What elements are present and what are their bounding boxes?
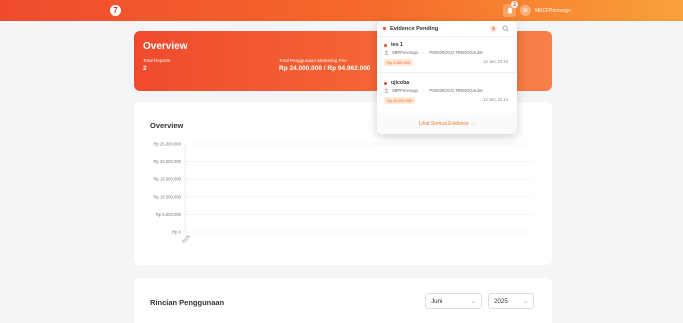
rincian-card: Rincian Penggunaan Juni ⌄ 2025 ⌄	[134, 278, 552, 323]
chevron-down-icon: ⌄	[522, 298, 528, 305]
item-branch: SBPPonorogo	[392, 50, 418, 55]
y-tick-label: Rp 20.000.000	[154, 159, 182, 164]
notification-item[interactable]: ujicoba SBPPonorogo · PONOROGO,TRENGGALE…	[377, 75, 517, 110]
item-amount: Rp 20.000.000	[384, 97, 415, 104]
y-tick-label: Rp 25.000.000	[154, 142, 182, 147]
item-date: 12 Jun, 22:14	[483, 97, 508, 102]
month-select[interactable]: Juni ⌄	[425, 293, 482, 309]
divider	[377, 72, 517, 73]
status-dot-icon	[383, 27, 386, 30]
notification-count-badge: 2	[511, 1, 518, 8]
item-area: PONOROGO,TRENGGALEK	[429, 50, 484, 55]
separator-icon: ·	[422, 88, 425, 93]
separator-icon: ·	[422, 50, 425, 55]
item-date: 12 Jun, 23:16	[483, 59, 508, 64]
x-tick-label: 2025	[181, 233, 192, 244]
notification-dropdown: Evidence Pending 2 tes 1 SBPPonorogo · P…	[377, 21, 517, 134]
app-logo[interactable]: 7	[110, 5, 121, 16]
logo-mark: 7	[113, 5, 118, 15]
y-tick-label: Rp 10.000.000	[154, 194, 182, 199]
item-title: tes 1	[391, 42, 403, 48]
top-navbar: 7 2 M MKCFPonorogo	[0, 0, 683, 21]
item-area: PONOROGO,TRENGGALEK	[429, 88, 484, 93]
stat-value: 2	[143, 65, 147, 72]
rincian-title: Rincian Penggunaan	[150, 298, 225, 307]
unread-dot-icon	[384, 81, 387, 85]
search-icon[interactable]	[502, 25, 509, 32]
year-value: 2025	[494, 297, 508, 305]
stat-total-reports: Total Reports 2	[143, 58, 170, 72]
notification-item[interactable]: tes 1 SBPPonorogo · PONOROGO,TRENGGALEK …	[377, 37, 517, 72]
dropdown-title: Evidence Pending	[390, 25, 439, 32]
user-icon	[384, 88, 389, 93]
item-amount: Rp 4.000.000	[384, 59, 413, 66]
user-name: MKCFPonorogo	[535, 7, 571, 14]
stat-value: Rp 24.000.000 / Rp 94.962.000	[279, 65, 371, 72]
user-icon	[384, 50, 389, 55]
item-branch: SBPPonorogo	[392, 88, 418, 93]
stat-marketing-fee: Total Penggunaan Marketing Fee Rp 24.000…	[279, 58, 370, 72]
pending-count-badge: 2	[490, 25, 497, 32]
stat-label: Total Penggunaan Marketing Fee	[279, 58, 347, 63]
y-tick-label: Rp 15.000.000	[154, 177, 182, 182]
y-tick-label: Rp 0	[172, 230, 182, 235]
avatar: M	[520, 5, 531, 16]
banner-title: Overview	[143, 41, 188, 52]
y-tick-label: Rp 5.000.000	[156, 212, 182, 217]
see-all-evidence-link[interactable]: Lihat Semua Evidence →	[377, 113, 517, 134]
year-select[interactable]: 2025 ⌄	[488, 293, 534, 309]
chevron-down-icon: ⌄	[470, 298, 476, 305]
unread-dot-icon	[384, 43, 387, 47]
month-value: Juni	[431, 297, 443, 305]
item-title: ujicoba	[391, 80, 410, 86]
stat-label: Total Reports	[143, 58, 171, 63]
user-menu[interactable]: M MKCFPonorogo	[520, 4, 571, 17]
